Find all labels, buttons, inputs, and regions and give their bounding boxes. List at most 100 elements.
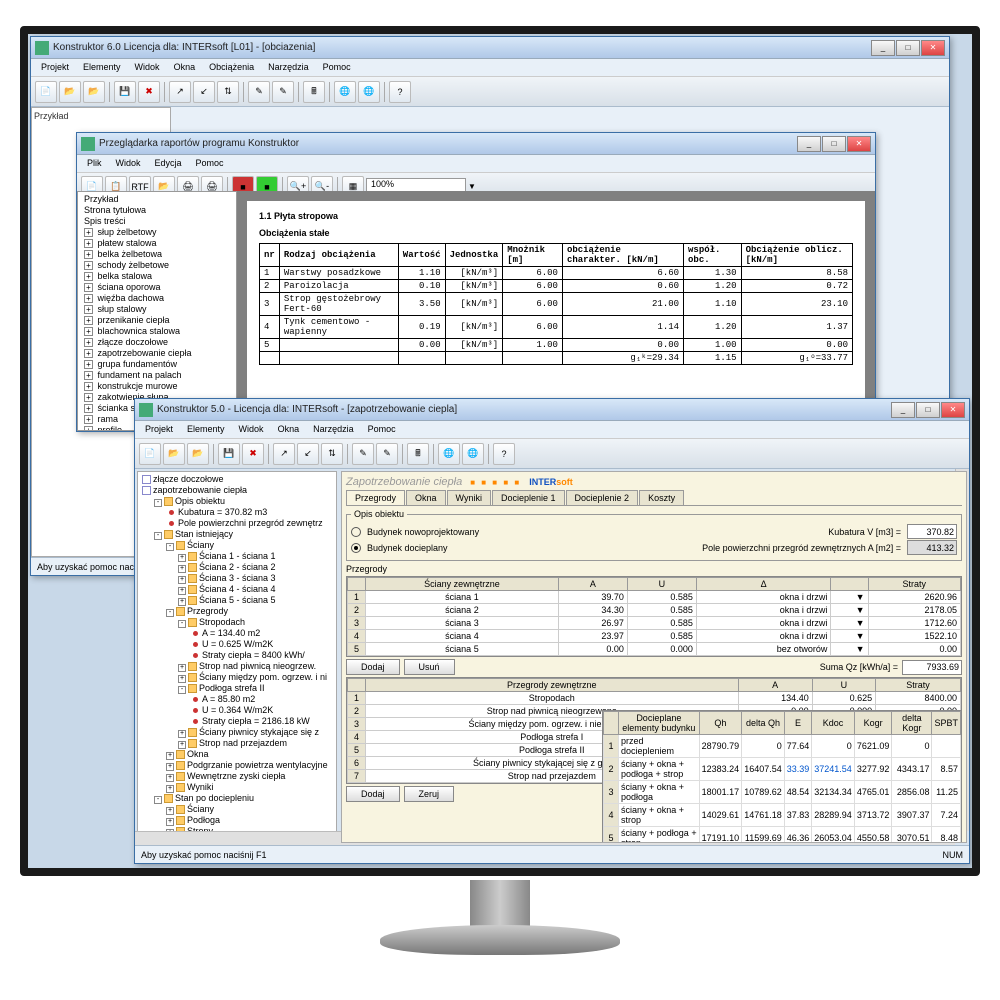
tree-item[interactable]: zapotrzebowanie ciepła [140,485,334,496]
tab-okna[interactable]: Okna [406,490,446,505]
tree-item[interactable]: + konstrukcje murowe [80,381,234,392]
tool3-icon[interactable]: ⇅ [217,81,239,103]
calc-icon[interactable]: 🖩 [303,81,325,103]
minimize-button[interactable]: _ [797,136,821,152]
tree-item[interactable]: + słup żelbetowy [80,227,234,238]
tree-item[interactable]: + więźba dachowa [80,293,234,304]
open2-icon[interactable]: 📂 [83,81,105,103]
tree-item[interactable]: Spis treści [80,216,234,227]
menu-okna[interactable]: Okna [168,61,202,74]
menu-projekt[interactable]: Projekt [139,423,179,436]
tree-item[interactable]: U = 0.364 W/m2K [140,705,334,716]
tree-item[interactable]: -Stan po dociepleniu [140,793,334,804]
tool4-icon[interactable]: ✎ [248,81,270,103]
tree-item[interactable]: Przykład [80,194,234,205]
globe2-icon[interactable]: 🌐 [462,443,484,465]
minimize-button[interactable]: _ [891,402,915,418]
tree-item[interactable]: +Podgrzanie powietrza wentylacyjne [140,760,334,771]
tree-item[interactable]: + grupa fundamentów [80,359,234,370]
menu-projekt[interactable]: Projekt [35,61,75,74]
tool2-icon[interactable]: ↙ [297,443,319,465]
maximize-button[interactable]: □ [896,40,920,56]
kubatura-field[interactable] [907,524,957,539]
save-icon[interactable]: 💾 [114,81,136,103]
tree-item[interactable]: + przenikanie ciepła [80,315,234,326]
open-icon[interactable]: 📂 [163,443,185,465]
open2-icon[interactable]: 📂 [187,443,209,465]
tree-item[interactable]: + płatew stalowa [80,238,234,249]
tree-item[interactable]: A = 85.80 m2 [140,694,334,705]
menu-elementy[interactable]: Elementy [181,423,231,436]
menu-plik[interactable]: Plik [81,157,108,170]
menu-obciążenia[interactable]: Obciążenia [203,61,260,74]
tool2-icon[interactable]: ↙ [193,81,215,103]
menu-okna[interactable]: Okna [272,423,306,436]
new-icon[interactable]: 📄 [139,443,161,465]
calc-icon[interactable]: 🖩 [407,443,429,465]
tree-item[interactable]: + belka stalowa [80,271,234,282]
tab-docieplenie 2[interactable]: Docieplenie 2 [566,490,639,505]
tree-item[interactable]: U = 0.625 W/m2K [140,639,334,650]
tree-item[interactable]: Straty ciepła = 2186.18 kW [140,716,334,727]
tree-item[interactable]: +Ściana 3 - ściana 3 [140,573,334,584]
tool4-icon[interactable]: ✎ [352,443,374,465]
tree-item[interactable]: + belka żelbetowa [80,249,234,260]
tree-item[interactable]: + zapotrzebowanie ciepła [80,348,234,359]
tree-item[interactable]: + słup stalowy [80,304,234,315]
tree-item[interactable]: +Ściana 2 - ściana 2 [140,562,334,573]
usun-button[interactable]: Usuń [404,659,455,675]
menu-elementy[interactable]: Elementy [77,61,127,74]
tree-item[interactable]: Strona tytułowa [80,205,234,216]
tree-item[interactable]: Pole powierzchni przegród zewnętrz [140,518,334,529]
save-icon[interactable]: 💾 [218,443,240,465]
report-tree[interactable]: Przykład Strona tytułowa Spis treści+ sł… [77,191,237,431]
tree-item[interactable]: +Ściana 4 - ściana 4 [140,584,334,595]
menu-pomoc[interactable]: Pomoc [317,61,357,74]
menu-narzędzia[interactable]: Narzędzia [262,61,315,74]
tree-item[interactable]: -Opis obiektu [140,496,334,507]
win2-titlebar[interactable]: Konstruktor 5.0 - Licencja dla: INTERsof… [135,399,969,421]
tree-item[interactable]: +Podłoga [140,815,334,826]
delete-icon[interactable]: ✖ [138,81,160,103]
win1-titlebar[interactable]: Konstruktor 6.0 Licencja dla: INTERsoft … [31,37,949,59]
close-button[interactable]: ✕ [941,402,965,418]
tree-item[interactable]: -Stropodach [140,617,334,628]
tool5-icon[interactable]: ✎ [376,443,398,465]
tab-przegrody[interactable]: Przegrody [346,490,405,505]
zeruj-button[interactable]: Zeruj [404,786,455,802]
tree-item[interactable]: +Ściana 5 - ściana 5 [140,595,334,606]
new-icon[interactable]: 📄 [35,81,57,103]
tab-wyniki[interactable]: Wyniki [447,490,491,505]
dodaj2-button[interactable]: Dodaj [346,786,400,802]
tree-item[interactable]: +Ściany piwnicy stykające się z [140,727,334,738]
tree-item[interactable]: -Stan istniejący [140,529,334,540]
sciany-grid[interactable]: Ściany zewnętrzneAUΔStraty1ściana 139.70… [347,577,961,656]
tree-item[interactable]: +Ściana 1 - ściana 1 [140,551,334,562]
scrollbar-horizontal[interactable] [137,831,337,843]
tree-item[interactable]: Kubatura = 370.82 m3 [140,507,334,518]
tree-item[interactable]: +Strop nad piwnicą nieogrzew. [140,661,334,672]
globe-icon[interactable]: 🌐 [334,81,356,103]
help-icon[interactable]: ? [493,443,515,465]
tree-item[interactable]: +Strop nad przejazdem [140,738,334,749]
menu-narzędzia[interactable]: Narzędzia [307,423,360,436]
help-icon[interactable]: ? [389,81,411,103]
tree-item[interactable]: Straty ciepła = 8400 kWh/ [140,650,334,661]
report-titlebar[interactable]: Przeglądarka raportów programu Konstrukt… [77,133,875,155]
radio-docieplany[interactable] [351,543,361,553]
tool1-icon[interactable]: ↗ [169,81,191,103]
win2-tree[interactable]: złącze doczołowezapotrzebowanie ciepła-O… [137,471,337,843]
tool3-icon[interactable]: ⇅ [321,443,343,465]
close-button[interactable]: ✕ [921,40,945,56]
tree-item[interactable]: złącze doczołowe [140,474,334,485]
tab-docieplenie 1[interactable]: Docieplenie 1 [492,490,565,505]
tree-item[interactable]: -Ściany [140,540,334,551]
menu-pomoc[interactable]: Pomoc [362,423,402,436]
tree-item[interactable]: -Przegrody [140,606,334,617]
delete-icon[interactable]: ✖ [242,443,264,465]
tree-item[interactable]: + ściana oporowa [80,282,234,293]
tree-item[interactable]: +Wewnętrzne zyski ciepła [140,771,334,782]
radio-nowy[interactable] [351,527,361,537]
tree-item[interactable]: + schody żelbetowe [80,260,234,271]
tree-item[interactable]: +Wyniki [140,782,334,793]
